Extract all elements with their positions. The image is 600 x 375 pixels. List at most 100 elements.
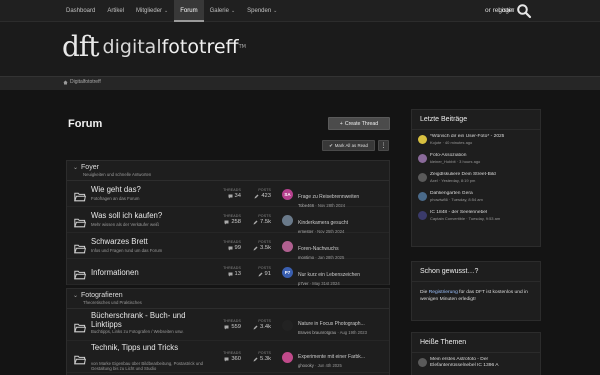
- avatar[interactable]: [282, 240, 293, 252]
- avatar[interactable]: SA: [282, 188, 293, 200]
- last-post: Frage zu Reisebrennweiten Tobe466 · Nov 2…: [298, 185, 390, 209]
- forum-node-description: von Marke Eigenbau über Bildbearbeitung,…: [91, 361, 204, 372]
- create-thread-button[interactable]: + Create Thread: [328, 117, 390, 130]
- threads-icon: [228, 272, 233, 277]
- last-post-title[interactable]: Frage zu Reisebrennweiten: [298, 194, 359, 200]
- latest-post-item[interactable]: Dahliengarten Gera phowiw86 · Tuesday, 8:…: [418, 191, 534, 210]
- forum-node-title[interactable]: Was soll ich kaufen?: [91, 211, 162, 220]
- forum-node-title[interactable]: Informationen: [91, 268, 139, 277]
- chevron-down-icon: ⌄: [273, 8, 278, 14]
- latest-post-text: IC 1848 - der Seelennebel Captain Convert…: [430, 210, 500, 222]
- last-post: Nature in Focus Photograph... Braves brau…: [298, 312, 390, 336]
- nav-item-label: Spenden: [247, 8, 272, 14]
- avatar[interactable]: P7: [282, 266, 293, 278]
- category-header[interactable]: ⌄ Fotografieren Theoretisches und Praktisc…: [67, 289, 389, 309]
- last-post-title[interactable]: Kinderkamera gesucht: [298, 220, 348, 226]
- latest-post-item[interactable]: *Wünsch dir ein User-Foto* - 2025 Kojote …: [418, 134, 534, 153]
- threads-value: 360: [215, 356, 241, 362]
- chevron-down-icon[interactable]: ⌄: [73, 292, 78, 299]
- posts-stat: POSTS 7.5k: [245, 214, 271, 225]
- threads-value: 34: [215, 193, 241, 199]
- registration-link[interactable]: Registrierung: [429, 290, 458, 295]
- posts-label: POSTS: [258, 240, 271, 244]
- posts-value: 7.5k: [245, 219, 271, 225]
- chevron-down-icon[interactable]: ⌄: [73, 164, 78, 171]
- forum-node-title[interactable]: Technik, Tipps und Tricks: [91, 343, 201, 353]
- forum-node-title[interactable]: Wie geht das?: [91, 185, 141, 194]
- nav-item-label: Forum: [180, 8, 198, 14]
- avatar[interactable]: [282, 319, 293, 331]
- nav-item-spenden[interactable]: Spenden ⌄: [241, 0, 283, 22]
- avatar[interactable]: [282, 214, 293, 226]
- last-post-title[interactable]: Nature in Focus Photograph...: [298, 321, 365, 327]
- nav-item-mitglieder[interactable]: Mitglieder ⌄: [130, 0, 174, 22]
- latest-post-meta: Axel · Yesterday, 8:19 pm: [430, 178, 476, 183]
- posts-icon: [253, 246, 258, 251]
- last-post-title[interactable]: Foren-Nachwuchs: [298, 246, 339, 252]
- threads-stat: THREADS 99: [215, 240, 241, 251]
- logo-text-a: digital: [102, 36, 162, 58]
- last-post-meta: p7ver · May 31st 2024: [298, 281, 340, 286]
- threads-stat: THREADS 13: [215, 266, 241, 277]
- last-post-user[interactable]: p7ver: [298, 281, 308, 286]
- posts-value: 3.4k: [245, 324, 271, 330]
- more-options-button[interactable]: ⋮: [378, 140, 389, 151]
- latest-post-user[interactable]: Axel: [430, 178, 438, 183]
- avatar[interactable]: [282, 351, 293, 363]
- posts-value: 3.5k: [245, 245, 271, 251]
- last-post-user[interactable]: Braves braunrotgrau: [298, 330, 336, 335]
- category-title: ⌄ Fotografieren: [73, 292, 389, 299]
- latest-post-text: Foto-Assoziation kleiner_Hobbit · 3 hours…: [430, 153, 480, 165]
- category-header[interactable]: ⌄ Foyer Neuigkeiten und schnelle Antworten: [67, 161, 389, 181]
- threads-count: 99: [234, 245, 241, 251]
- posts-stat: POSTS 3.4k: [245, 319, 271, 330]
- latest-post-item[interactable]: Foto-Assoziation kleiner_Hobbit · 3 hours…: [418, 153, 534, 172]
- forum-node-title[interactable]: Bücherschrank - Buch- und Linktipps: [91, 311, 201, 329]
- search-icon[interactable]: [516, 3, 532, 19]
- threads-value: 258: [215, 219, 241, 225]
- nav-item-artikel[interactable]: Artikel: [101, 0, 130, 22]
- latest-post-user[interactable]: kleiner_Hobbit: [430, 159, 456, 164]
- plus-icon: +: [339, 120, 343, 127]
- forum-node-title[interactable]: Schwarzes Brett: [91, 237, 148, 246]
- latest-post-user[interactable]: Captain Convertible: [430, 216, 465, 221]
- forum-node-row: Mehr wissen als der Verkäufer weiß Was so…: [67, 207, 390, 235]
- mark-all-read-button[interactable]: ✔ Mark All as Read: [322, 140, 375, 151]
- nav-item-galerie[interactable]: Galerie ⌄: [204, 0, 242, 22]
- sidebar-did-you-know: Schon gewusst…? Die Registrierung für da…: [411, 261, 541, 321]
- latest-post-user[interactable]: Kojote: [430, 140, 441, 145]
- last-post-user[interactable]: ghoooky: [298, 363, 314, 368]
- site-logo[interactable]: dft digitalfototreffTM: [62, 30, 246, 64]
- threads-icon: [224, 220, 229, 225]
- sidebar-knew-text: Die Registrierung für das DFT ist kosten…: [412, 282, 540, 310]
- posts-count: 3.4k: [260, 324, 271, 330]
- last-post-meta: Braves braunrotgrau · Aug 19th 2023: [298, 330, 367, 335]
- threads-stat: THREADS 258: [215, 214, 241, 225]
- latest-post-user[interactable]: phowiw86: [430, 197, 448, 202]
- last-post-title[interactable]: Experimente mit einer Farbk...: [298, 354, 365, 360]
- last-post: Kinderkamera gesucht ernester · Nov 25th …: [298, 211, 390, 235]
- latest-post-item[interactable]: IC 1848 - der Seelennebel Captain Convert…: [418, 210, 534, 229]
- latest-post-item[interactable]: Zeigdlskuliere Dein Street-Bild Axel · Ye…: [418, 172, 534, 191]
- latest-post-meta: Kojote · 40 minutes ago: [430, 140, 473, 145]
- latest-post-meta: Captain Convertible · Tuesday, 9:53 am: [430, 216, 501, 221]
- site-header: dft digitalfototreffTM: [0, 22, 600, 76]
- nav-item-forum[interactable]: Forum: [174, 0, 204, 22]
- sidebar-knew-title: Schon gewusst…?: [412, 262, 540, 282]
- forum-node-row: Buchtipps, Links zu Fotografen / Webseit…: [67, 309, 389, 341]
- register-link[interactable]: or register: [485, 0, 514, 22]
- latest-post-time: Tuesday, 9:53 am: [468, 216, 501, 221]
- latest-post-meta: kleiner_Hobbit · 3 hours ago: [430, 159, 481, 164]
- breadcrumb-home[interactable]: Digitalfototreff: [63, 79, 101, 85]
- nav-item-label: Dashboard: [66, 8, 96, 14]
- hot-topic-item[interactable]: Mein erstes Astrofoto - Der Elefantenrüs…: [418, 357, 534, 375]
- category-description: Theoretisches und Praktisches: [83, 300, 142, 305]
- latest-post-text: *Wünsch dir ein User-Foto* - 2025 Kojote …: [430, 134, 504, 146]
- avatar: [418, 192, 427, 201]
- last-post-title[interactable]: Nur kurz ein Lebenszeichen: [298, 272, 360, 278]
- forum-node-row: von Marke Eigenbau über Bildbearbeitung,…: [67, 341, 389, 373]
- latest-post-text: Dahliengarten Gera phowiw86 · Tuesday, 8:…: [430, 191, 483, 203]
- last-post-date: Aug 19th 2023: [339, 330, 367, 335]
- posts-label: POSTS: [258, 351, 271, 355]
- nav-item-dashboard[interactable]: Dashboard: [60, 0, 101, 22]
